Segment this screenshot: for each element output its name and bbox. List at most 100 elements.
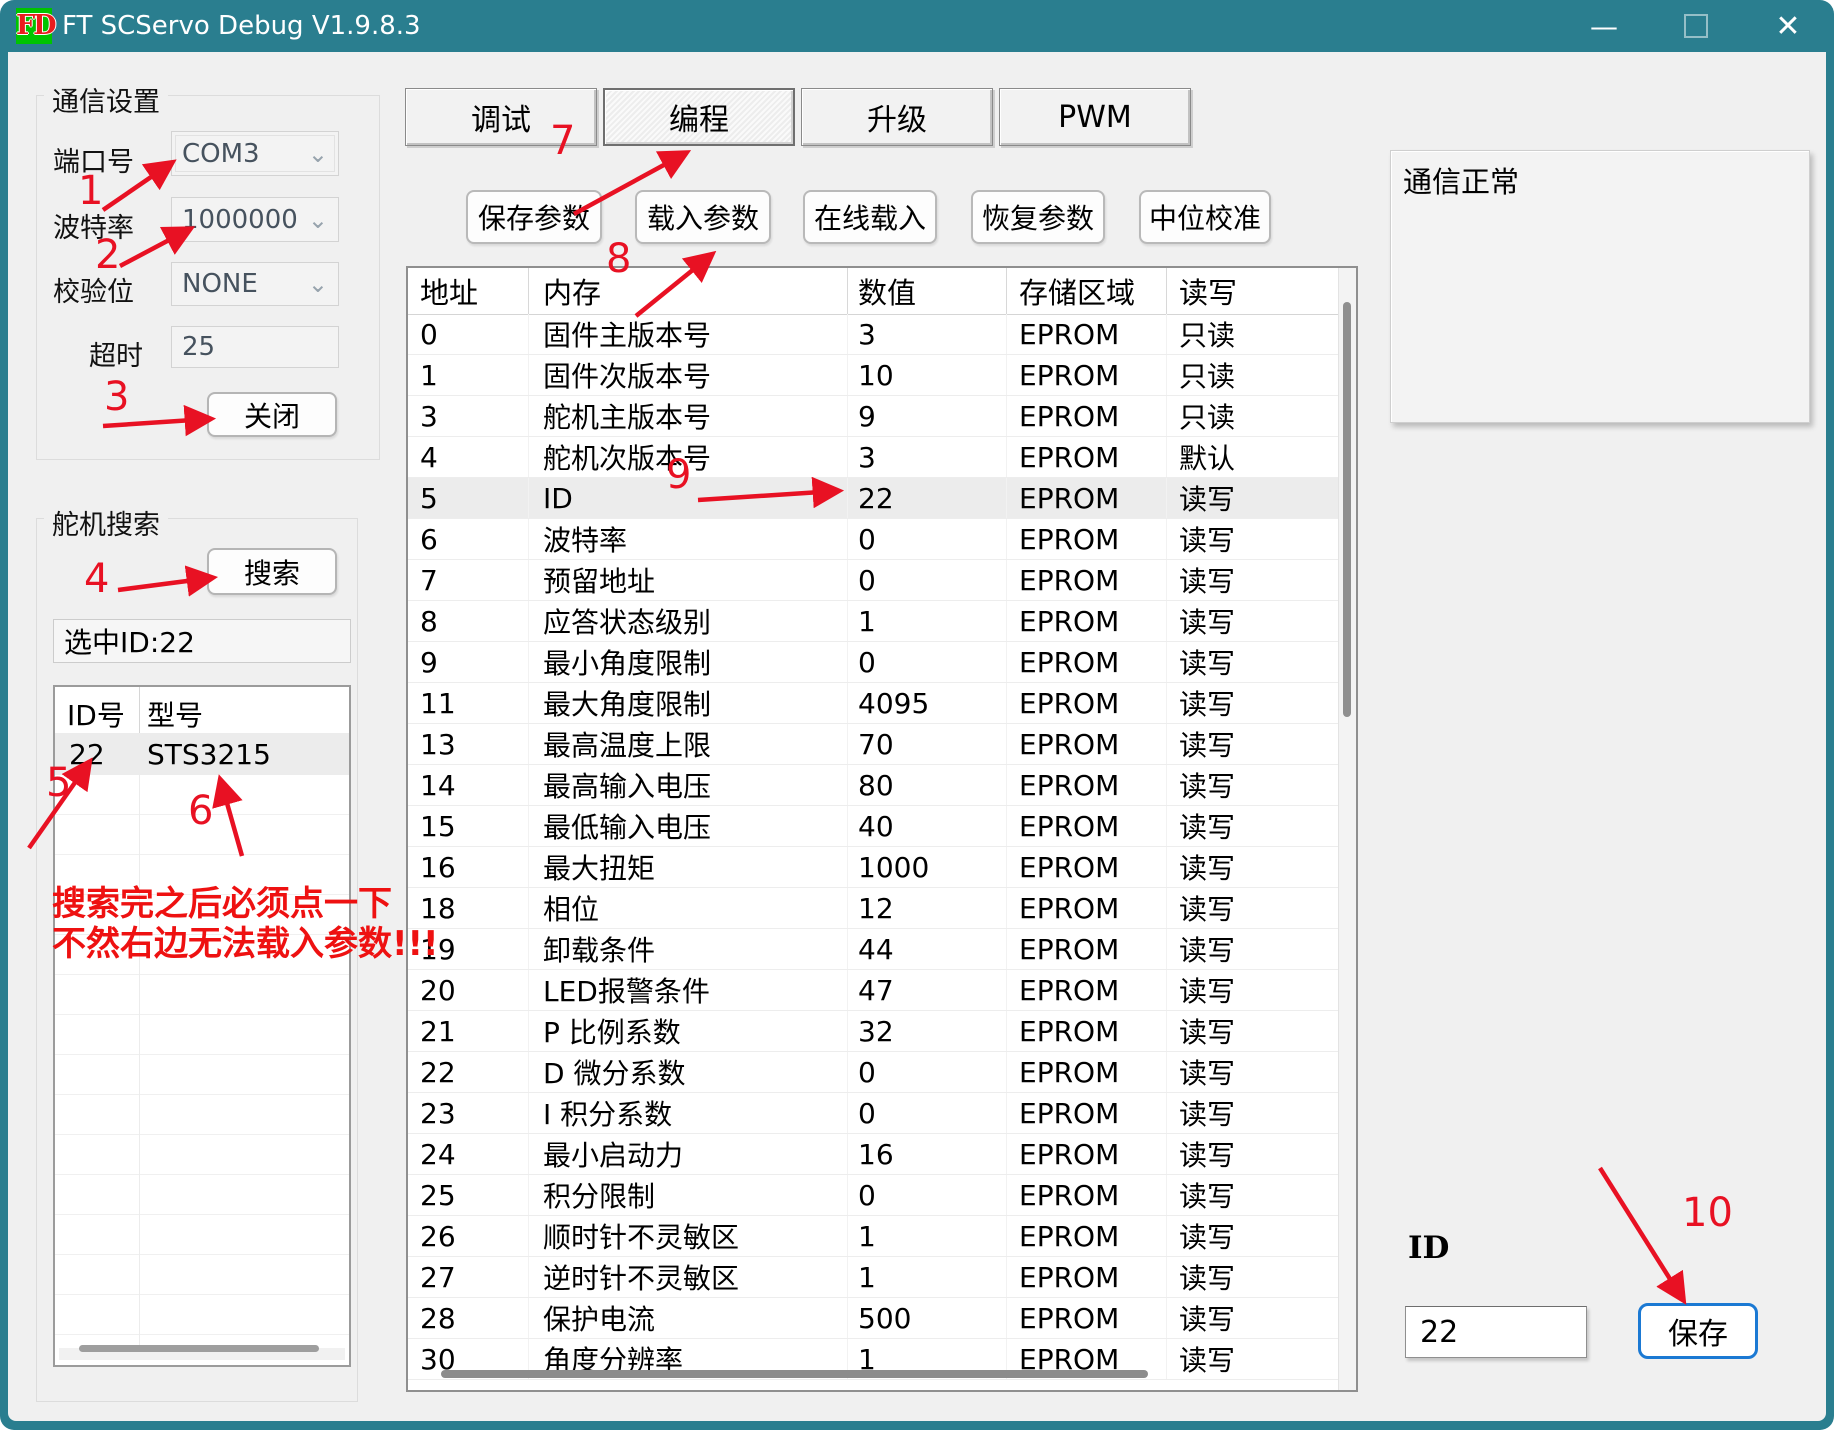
table-row[interactable]: 5 ID 22 EPROM 读写 [408,478,1339,519]
cell-storage-area: EPROM [1007,724,1167,764]
minimize-icon: — [1590,10,1618,43]
id-input[interactable]: 22 [1405,1306,1587,1358]
restore-params-button[interactable]: 恢复参数 [971,190,1105,244]
cell-memory: 最小角度限制 [529,642,848,682]
cell-read-write: 读写 [1167,683,1339,723]
cell-value: 3 [848,437,1007,477]
cell-storage-area: EPROM [1007,1011,1167,1051]
title-bar[interactable]: FD FT SCServo Debug V1.9.8.3 — ✕ [0,0,1834,52]
table-row[interactable]: 26 顺时针不灵敏区 1 EPROM 读写 [408,1216,1339,1257]
table-row[interactable]: 23 I 积分系数 0 EPROM 读写 [408,1093,1339,1134]
close-port-button[interactable]: 关闭 [207,392,337,437]
save-params-button[interactable]: 保存参数 [466,190,602,244]
cell-address: 22 [408,1052,529,1092]
cell-address: 4 [408,437,529,477]
status-panel: 通信正常 [1390,150,1810,423]
tab-upgrade[interactable]: 升级 [801,88,993,146]
list-item[interactable]: 22 STS3215 [55,733,349,775]
cell-value: 0 [848,1175,1007,1215]
cell-read-write: 读写 [1167,601,1339,641]
cell-value: 80 [848,765,1007,805]
col-value: 数值 [848,268,1007,314]
baud-select[interactable]: 1000000 ⌄ [171,197,339,242]
table-row[interactable]: 14 最高输入电压 80 EPROM 读写 [408,765,1339,806]
annotation-number-4: 4 [84,556,109,602]
servo-list-header-divider [139,687,140,733]
table-row[interactable]: 13 最高温度上限 70 EPROM 读写 [408,724,1339,765]
servo-list-col-model: 型号 [147,694,203,734]
cell-storage-area: EPROM [1007,437,1167,477]
servo-list-hscroll-thumb[interactable] [79,1345,319,1352]
table-row[interactable]: 25 积分限制 0 EPROM 读写 [408,1175,1339,1216]
memory-table-body: 0 固件主版本号 3 EPROM 只读 1 固件次版本号 10 EPROM 只读… [408,314,1339,1380]
table-row[interactable]: 9 最小角度限制 0 EPROM 读写 [408,642,1339,683]
table-row[interactable]: 27 逆时针不灵敏区 1 EPROM 读写 [408,1257,1339,1298]
tab-pwm[interactable]: PWM [999,88,1191,146]
cell-address: 25 [408,1175,529,1215]
table-row[interactable]: 8 应答状态级别 1 EPROM 读写 [408,601,1339,642]
table-row[interactable]: 1 固件次版本号 10 EPROM 只读 [408,355,1339,396]
memory-table-vscroll-thumb[interactable] [1343,302,1351,717]
table-row[interactable]: 0 固件主版本号 3 EPROM 只读 [408,314,1339,355]
table-row[interactable]: 24 最小启动力 16 EPROM 读写 [408,1134,1339,1175]
annotation-number-7: 7 [550,118,575,164]
timeout-input[interactable]: 25 [171,326,339,368]
cell-read-write: 读写 [1167,642,1339,682]
cell-storage-area: EPROM [1007,806,1167,846]
servo-list-grid [55,775,349,1343]
table-row[interactable]: 3 舵机主版本号 9 EPROM 只读 [408,396,1339,437]
baud-value: 1000000 [182,205,298,235]
cell-read-write: 读写 [1167,1011,1339,1051]
cell-read-write: 读写 [1167,1134,1339,1174]
cell-read-write: 读写 [1167,478,1339,518]
save-button[interactable]: 保存 [1638,1303,1758,1359]
load-params-button[interactable]: 载入参数 [635,190,771,244]
cell-memory: 波特率 [529,519,848,559]
close-icon: ✕ [1775,9,1800,44]
table-row[interactable]: 7 预留地址 0 EPROM 读写 [408,560,1339,601]
cell-memory: 逆时针不灵敏区 [529,1257,848,1297]
center-calibration-button[interactable]: 中位校准 [1139,190,1271,244]
cell-address: 15 [408,806,529,846]
tab-programming[interactable]: 编程 [603,88,795,146]
search-button[interactable]: 搜索 [207,548,337,595]
maximize-button[interactable] [1664,0,1728,52]
memory-table-vscrollbar[interactable] [1338,268,1356,1390]
cell-value: 16 [848,1134,1007,1174]
cell-memory: 应答状态级别 [529,601,848,641]
cell-read-write: 只读 [1167,355,1339,395]
cell-value: 10 [848,355,1007,395]
parity-select[interactable]: NONE ⌄ [171,262,339,306]
cell-read-write: 只读 [1167,396,1339,436]
memory-table-hscroll-thumb[interactable] [441,1370,1148,1378]
minimize-button[interactable]: — [1572,0,1636,52]
cell-address: 28 [408,1298,529,1338]
cell-memory: 固件次版本号 [529,355,848,395]
servo-list-hscrollbar[interactable] [59,1348,345,1360]
online-load-button[interactable]: 在线载入 [803,190,937,244]
cell-memory: 卸载条件 [529,929,848,969]
cell-value: 40 [848,806,1007,846]
memory-table[interactable]: 地址 内存 数值 存储区域 读写 0 固件主版本号 3 EPROM 只读 1 固… [406,266,1358,1392]
table-row[interactable]: 16 最大扭矩 1000 EPROM 读写 [408,847,1339,888]
table-row[interactable]: 20 LED报警条件 47 EPROM 读写 [408,970,1339,1011]
table-row[interactable]: 28 保护电流 500 EPROM 读写 [408,1298,1339,1339]
table-row[interactable]: 19 卸载条件 44 EPROM 读写 [408,929,1339,970]
cell-memory: 保护电流 [529,1298,848,1338]
port-select[interactable]: COM3 ⌄ [171,131,339,176]
table-row[interactable]: 11 最大角度限制 4095 EPROM 读写 [408,683,1339,724]
table-row[interactable]: 6 波特率 0 EPROM 读写 [408,519,1339,560]
table-row[interactable]: 15 最低输入电压 40 EPROM 读写 [408,806,1339,847]
table-row[interactable]: 22 D 微分系数 0 EPROM 读写 [408,1052,1339,1093]
table-row[interactable]: 4 舵机次版本号 3 EPROM 默认 [408,437,1339,478]
cell-read-write: 读写 [1167,1339,1339,1379]
cell-value: 70 [848,724,1007,764]
cell-address: 5 [408,478,529,518]
cell-value: 0 [848,1052,1007,1092]
maximize-icon [1684,14,1708,38]
cell-memory: 最大角度限制 [529,683,848,723]
table-row[interactable]: 18 相位 12 EPROM 读写 [408,888,1339,929]
table-row[interactable]: 21 P 比例系数 32 EPROM 读写 [408,1011,1339,1052]
close-button[interactable]: ✕ [1756,0,1820,52]
cell-address: 16 [408,847,529,887]
